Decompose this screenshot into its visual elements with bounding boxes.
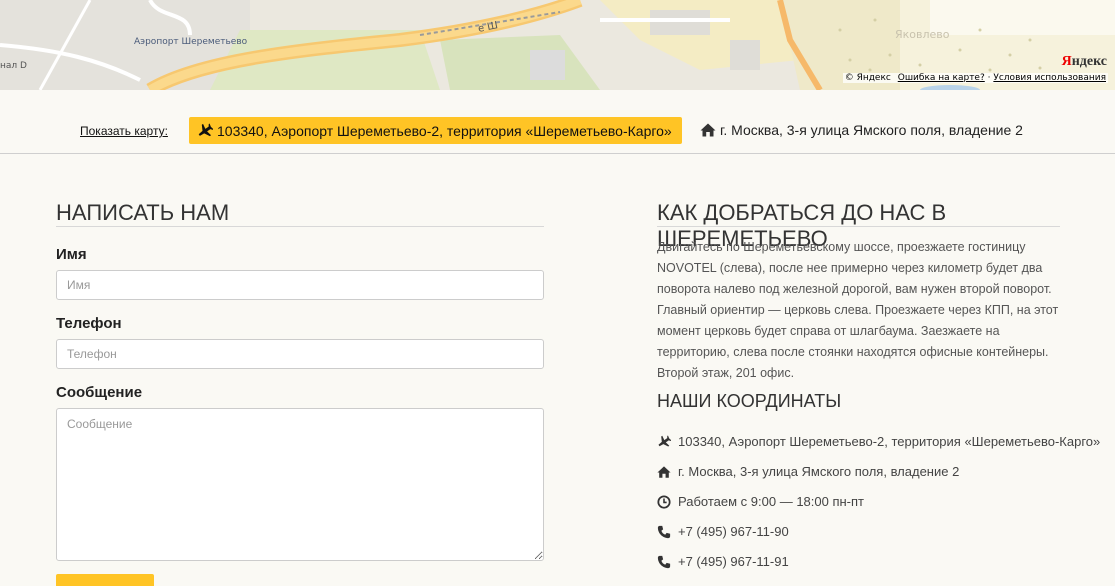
coord-phone-1-text[interactable]: +7 (495) 967-11-90 bbox=[678, 524, 789, 539]
directions-title-divider bbox=[657, 226, 1060, 227]
plane-icon bbox=[657, 434, 671, 449]
home-icon bbox=[700, 122, 716, 138]
submit-button[interactable] bbox=[56, 574, 154, 586]
message-textarea[interactable] bbox=[56, 408, 544, 561]
coordinates-title: НАШИ КООРДИНАТЫ bbox=[657, 391, 842, 411]
airport-address-button[interactable]: 103340, Аэропорт Шереметьево-2, территор… bbox=[189, 117, 682, 144]
city-address-button[interactable]: г. Москва, 3-я улица Ямского поля, владе… bbox=[700, 122, 1023, 138]
map-airport-label: Аэропорт Шереметьево bbox=[134, 37, 248, 47]
coord-phone-2-text[interactable]: +7 (495) 967-11-91 bbox=[678, 554, 789, 569]
map-copyright: © Яндекс bbox=[844, 73, 891, 83]
name-label: Имя bbox=[56, 246, 87, 263]
map-error-link[interactable]: Ошибка на карте? bbox=[898, 73, 985, 83]
phone-icon bbox=[657, 525, 671, 539]
airport-address-text: 103340, Аэропорт Шереметьево-2, территор… bbox=[217, 122, 672, 139]
phone-input[interactable] bbox=[56, 339, 544, 369]
address-bar: Показать карту: 103340, Аэропорт Шеремет… bbox=[0, 90, 1115, 154]
plane-icon bbox=[197, 123, 213, 139]
coord-city: г. Москва, 3-я улица Ямского поля, владе… bbox=[657, 464, 959, 479]
map-village-label: Яковлево bbox=[895, 28, 950, 41]
city-address-text: г. Москва, 3-я улица Ямского поля, владе… bbox=[720, 122, 1023, 138]
clock-icon bbox=[657, 494, 671, 509]
map-terms-link[interactable]: Условия использования bbox=[993, 73, 1106, 83]
yandex-map[interactable]: Аэропорт Шереметьево нал D е Ш Яковлево … bbox=[0, 0, 1115, 90]
coord-hours-text: Работаем с 9:00 — 18:00 пн-пт bbox=[678, 494, 864, 509]
form-title: НАПИСАТЬ НАМ bbox=[56, 200, 230, 225]
yandex-logo-rest: ндекс bbox=[1071, 54, 1107, 69]
phone-label: Телефон bbox=[56, 315, 122, 332]
directions-text: Двигайтесь по Шереметьевскому шоссе, про… bbox=[657, 240, 1059, 380]
show-map-link[interactable]: Показать карту: bbox=[80, 124, 168, 138]
home-icon bbox=[657, 465, 671, 479]
coord-airport-text: 103340, Аэропорт Шереметьево-2, территор… bbox=[678, 434, 1101, 449]
map-separator: · bbox=[987, 73, 991, 83]
coord-phone-1[interactable]: +7 (495) 967-11-90 bbox=[657, 524, 789, 539]
coord-phone-2[interactable]: +7 (495) 967-11-91 bbox=[657, 554, 789, 569]
message-label: Сообщение bbox=[56, 384, 143, 401]
coord-city-text: г. Москва, 3-я улица Ямского поля, владе… bbox=[678, 464, 960, 479]
coord-airport: 103340, Аэропорт Шереметьево-2, территор… bbox=[657, 434, 1100, 449]
phone-icon bbox=[657, 555, 671, 569]
map-legal: © Яндекс Ошибка на карте? · Условия испо… bbox=[842, 73, 1108, 83]
map-canal-label: нал D bbox=[0, 61, 27, 71]
yandex-logo-first: Я bbox=[1061, 54, 1072, 69]
yandex-logo[interactable]: Яндекс bbox=[1062, 54, 1107, 70]
coord-hours: Работаем с 9:00 — 18:00 пн-пт bbox=[657, 494, 864, 509]
form-title-divider bbox=[56, 226, 544, 227]
name-input[interactable] bbox=[56, 270, 544, 300]
